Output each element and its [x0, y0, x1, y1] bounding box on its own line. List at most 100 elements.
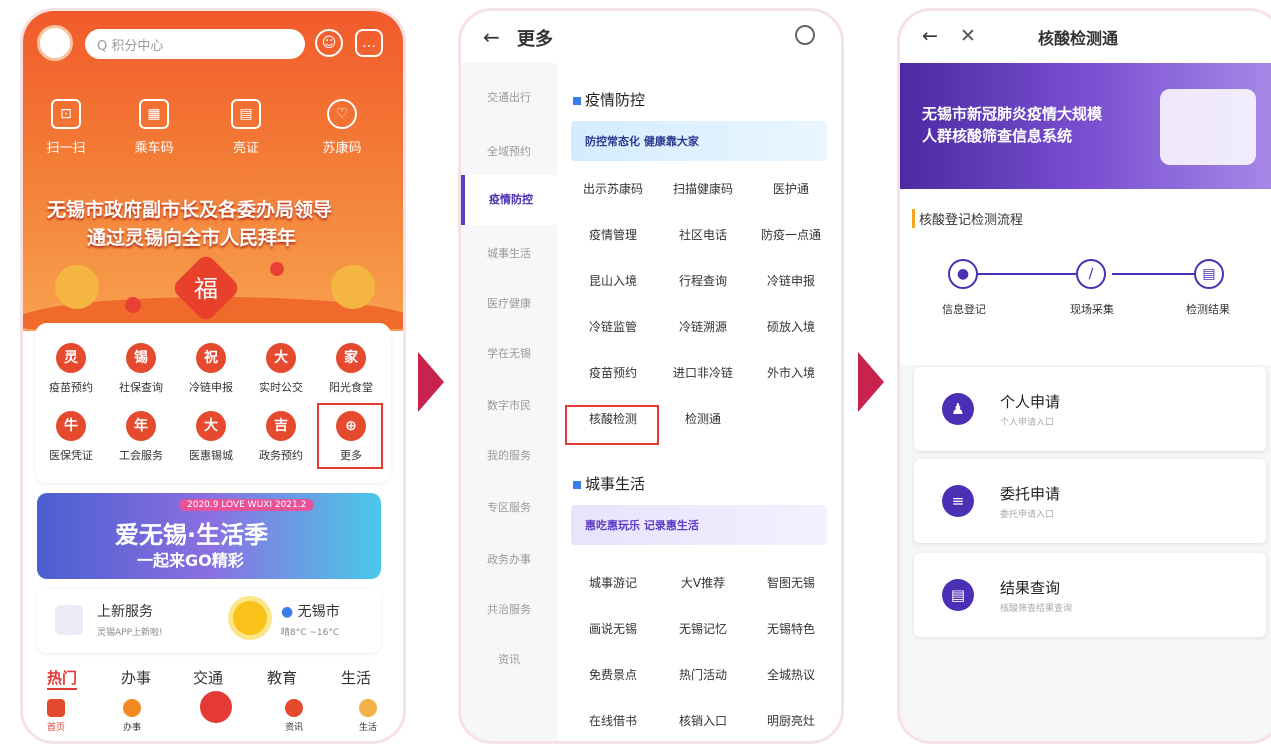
grid-label: 医惠锡城	[189, 449, 233, 462]
sidebar-item[interactable]: 专区服务	[461, 499, 557, 515]
nav-home[interactable]: 首页	[31, 699, 81, 733]
service-cell[interactable]: 行程查询	[663, 263, 743, 299]
back-icon[interactable]: ←	[483, 25, 500, 49]
grid-label: 冷链申报	[189, 381, 233, 394]
service-cell[interactable]: 社区电话	[663, 217, 743, 253]
nav-life[interactable]: 生活	[343, 699, 393, 733]
grid-item[interactable]: 锡社保查询	[107, 343, 175, 395]
service-cell[interactable]: 医护通	[751, 171, 831, 207]
tab-traffic[interactable]: 交通	[193, 667, 223, 688]
grid-item[interactable]: 年工会服务	[107, 411, 175, 463]
quick-scan[interactable]: ⊡ 扫一扫	[31, 99, 101, 156]
grid-item[interactable]: 吉政务预约	[247, 411, 315, 463]
tab-affairs[interactable]: 办事	[121, 667, 151, 688]
sidebar-item[interactable]: 全域预约	[461, 143, 557, 159]
grid-item[interactable]: 灵疫苗预约	[37, 343, 105, 395]
new-year-banner[interactable]: 无锡市政府副市长及各委办局领导 通过灵锡向全市人民拜年 福	[23, 171, 403, 329]
quick-health-code[interactable]: ♡ 苏康码	[307, 99, 377, 156]
page-title: 核酸检测通	[1038, 29, 1119, 48]
grid-item[interactable]: 大医惠锡城	[177, 411, 245, 463]
section-banner[interactable]: 防控常态化 健康靠大家	[571, 121, 827, 161]
tab-education[interactable]: 教育	[267, 667, 297, 688]
service-cell[interactable]: 智图无锡	[751, 565, 831, 601]
service-icon[interactable]: ☺	[315, 29, 343, 57]
sidebar-item[interactable]: 医疗健康	[461, 295, 557, 311]
sidebar-item[interactable]: 资讯	[461, 651, 557, 667]
grid-label: 医保凭证	[49, 449, 93, 462]
service-cell[interactable]: 画说无锡	[573, 611, 653, 647]
search-input[interactable]: Q 积分中心	[85, 29, 305, 59]
sidebar-item-active[interactable]: 疫情防控	[461, 175, 557, 225]
tab-hot[interactable]: 热门	[47, 667, 78, 690]
section-banner[interactable]: 惠吃惠玩乐 记录惠生活	[571, 505, 827, 545]
service-cell[interactable]: 核销入口	[663, 703, 743, 739]
promo-banner[interactable]: 2020.9 LOVE WUXI 2021.2 爱无锡·生活季 一起来GO精彩	[37, 493, 381, 579]
sidebar-item[interactable]: 政务办事	[461, 551, 557, 567]
sidebar-item[interactable]: 城事生活	[461, 245, 557, 261]
back-icon[interactable]: ←	[922, 25, 938, 47]
service-cell[interactable]: 检测通	[663, 401, 743, 437]
avatar[interactable]	[37, 25, 73, 61]
weather-text: 晴8°C ~16°C	[281, 628, 340, 638]
service-cell[interactable]: 疫情管理	[573, 217, 653, 253]
service-cell[interactable]: 防疫一点通	[751, 217, 831, 253]
sidebar-item[interactable]: 学在无锡	[461, 345, 557, 361]
banner-line: 通过灵锡向全市人民拜年	[87, 227, 297, 249]
quick-id[interactable]: ▤ 亮证	[211, 99, 281, 156]
system-banner: 无锡市新冠肺炎疫情大规模 人群核酸筛查信息系统	[900, 63, 1271, 189]
service-cell[interactable]: 昆山入境	[573, 263, 653, 299]
grid-label: 阳光食堂	[329, 381, 373, 394]
sidebar-item[interactable]: 交通出行	[461, 89, 557, 105]
home-icon	[47, 699, 65, 717]
nav-news[interactable]: 资讯	[269, 699, 319, 733]
grid-item[interactable]: 大实时公交	[247, 343, 315, 395]
sidebar-item[interactable]: 我的服务	[461, 447, 557, 463]
info-subtitle: 灵锡APP上新啦!	[97, 628, 163, 638]
grid-item[interactable]: 家阳光食堂	[317, 343, 385, 395]
service-cell[interactable]: 无锡记忆	[663, 611, 743, 647]
quick-bus-code[interactable]: ▦ 乘车码	[119, 99, 189, 156]
message-icon[interactable]: …	[355, 29, 383, 57]
service-cell[interactable]: 疫苗预约	[573, 355, 653, 391]
service-cell[interactable]: 硕放入境	[751, 309, 831, 345]
service-cell[interactable]: 冷链溯源	[663, 309, 743, 345]
info-card[interactable]: 上新服务 灵锡APP上新啦! ● 无锡市 晴8°C ~16°C	[37, 589, 381, 653]
city-label: 无锡市	[297, 604, 340, 620]
service-cell[interactable]: 进口非冷链	[663, 355, 743, 391]
nav-center[interactable]	[191, 691, 241, 726]
service-cell[interactable]: 无锡特色	[751, 611, 831, 647]
service-cell[interactable]: 全城热议	[751, 657, 831, 693]
service-grid: 灵疫苗预约 锡社保查询 祝冷链申报 大实时公交 家阳光食堂 牛医保凭证 年工会服…	[35, 323, 391, 483]
scan-icon: ⊡	[51, 99, 81, 129]
grid-label: 工会服务	[119, 449, 163, 462]
grid-item[interactable]: 牛医保凭证	[37, 411, 105, 463]
phone-more: ← 更多 交通出行 全域预约 疫情防控 城事生活 医疗健康 学在无锡 数字市民 …	[458, 8, 844, 744]
highlight-box	[565, 405, 659, 445]
result-query-card[interactable]: ▤ 结果查询 核酸筛查结果查询	[914, 553, 1266, 637]
service-cell[interactable]: 冷链监管	[573, 309, 653, 345]
service-cell[interactable]: 免费景点	[573, 657, 653, 693]
service-cell[interactable]: 大V推荐	[663, 565, 743, 601]
banner-line: 无锡市政府副市长及各委办局领导	[47, 199, 333, 221]
service-cell[interactable]: 外市入境	[751, 355, 831, 391]
personal-apply-card[interactable]: ♟ 个人申请 个人申请入口	[914, 367, 1266, 451]
grid-icon: 灵	[56, 343, 86, 373]
result-icon: ▤	[1194, 259, 1224, 289]
sidebar-item[interactable]: 数字市民	[461, 397, 557, 413]
service-cell[interactable]: 热门活动	[663, 657, 743, 693]
step-line	[970, 273, 1080, 275]
service-cell[interactable]: 城事游记	[573, 565, 653, 601]
search-icon[interactable]	[795, 25, 815, 45]
service-cell[interactable]: 明厨亮灶	[751, 703, 831, 739]
entrust-apply-card[interactable]: ≡ 委托申请 委托申请入口	[914, 459, 1266, 543]
service-cell[interactable]: 扫描健康码	[663, 171, 743, 207]
sidebar-item[interactable]: 共治服务	[461, 601, 557, 617]
service-cell[interactable]: 在线借书	[573, 703, 653, 739]
service-cell[interactable]: 出示苏康码	[573, 171, 653, 207]
tab-life[interactable]: 生活	[341, 667, 371, 688]
grid-icon: 大	[196, 411, 226, 441]
grid-item[interactable]: 祝冷链申报	[177, 343, 245, 395]
nav-affairs[interactable]: 办事	[107, 699, 157, 733]
close-icon[interactable]: ✕	[960, 25, 976, 47]
service-cell[interactable]: 冷链申报	[751, 263, 831, 299]
